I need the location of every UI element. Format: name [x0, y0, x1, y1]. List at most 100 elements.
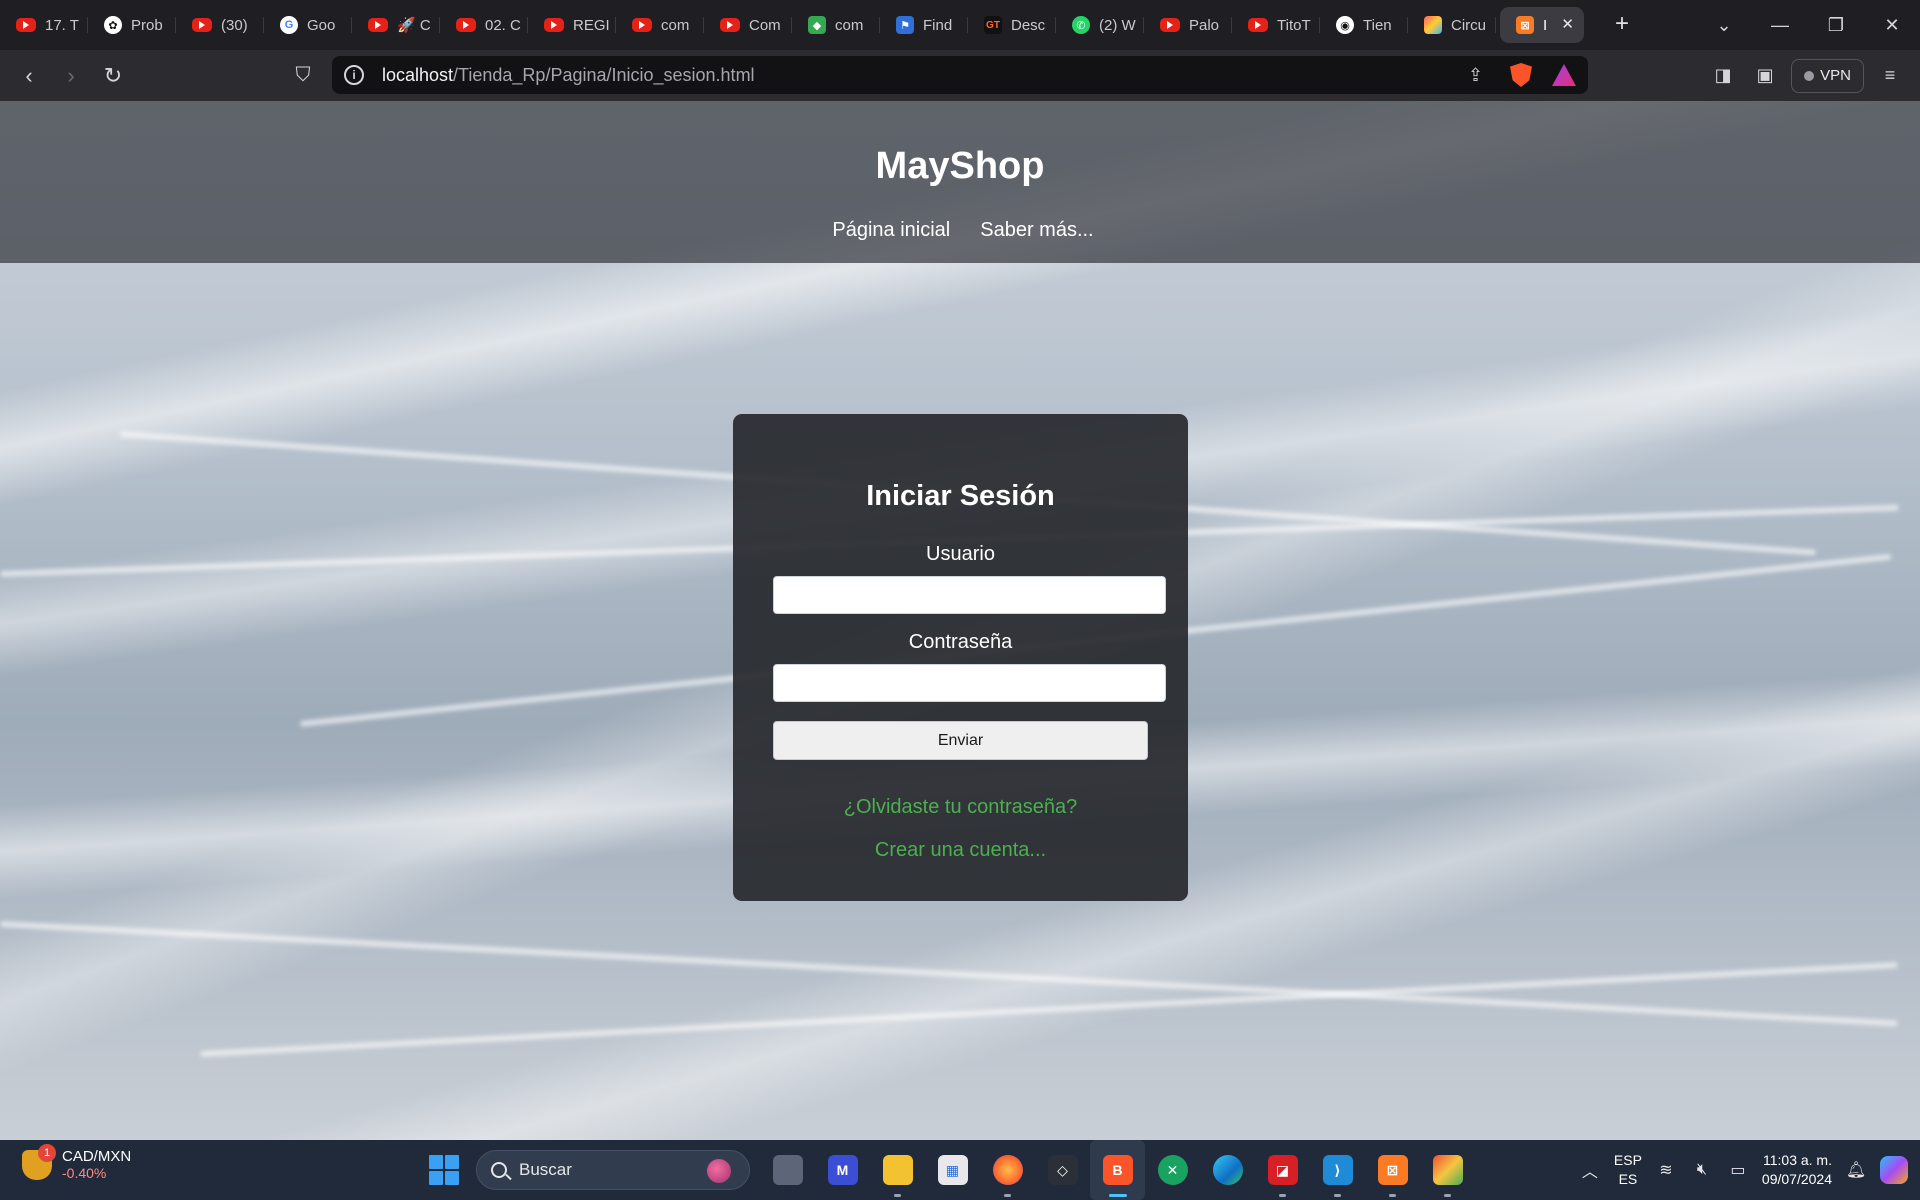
taskbar-brave[interactable]: B — [1090, 1140, 1145, 1200]
browser-tab[interactable]: Circu — [1408, 7, 1496, 43]
browser-tab[interactable]: 02. C — [440, 7, 528, 43]
drive-icon: ◆ — [808, 16, 826, 34]
taskbar-firefox[interactable] — [980, 1140, 1035, 1200]
edge-icon — [1212, 1155, 1243, 1185]
browser-tab[interactable]: ✆ (2) W — [1056, 7, 1144, 43]
wifi-icon[interactable]: ≋ — [1654, 1160, 1678, 1180]
menu-icon[interactable]: ≡ — [1874, 60, 1906, 92]
xampp-icon: ⊠ — [1377, 1155, 1408, 1185]
youtube-icon — [1160, 18, 1180, 32]
currency-widget[interactable]: 1 CAD/MXN -0.40% — [22, 1143, 131, 1181]
browser-tab[interactable]: ✿ Prob — [88, 7, 176, 43]
battery-icon[interactable]: ▭ — [1726, 1160, 1750, 1180]
username-label: Usuario — [926, 543, 995, 565]
url-text[interactable]: localhost/Tienda_Rp/Pagina/Inicio_sesion… — [382, 65, 755, 86]
taskbar-app-1[interactable]: M — [815, 1140, 870, 1200]
address-bar-actions: ⇪ — [1468, 56, 1576, 94]
vpn-status-icon — [1804, 70, 1815, 81]
minimize-button[interactable]: — — [1752, 0, 1808, 50]
password-input[interactable] — [773, 664, 1166, 702]
youtube-icon — [192, 18, 212, 32]
system-tray: ︿ ESP ES ≋ 🔇︎ ▭ 11:03 a. m. 09/07/2024 🔔… — [1578, 1140, 1920, 1200]
browser-tab[interactable]: TitoT — [1232, 7, 1320, 43]
search-placeholder: Buscar — [519, 1160, 572, 1179]
tab-search-chevron-icon[interactable]: ⌄ — [1696, 0, 1752, 50]
create-account-link[interactable]: Crear una cuenta... — [733, 839, 1188, 862]
whatsapp-icon: ✆ — [1072, 16, 1090, 34]
taskbar-unity[interactable]: ◇ — [1035, 1140, 1090, 1200]
brave-shield-icon[interactable] — [1510, 63, 1532, 87]
tab-title: Com — [749, 16, 781, 34]
taskbar-xampp[interactable]: ⊠ — [1365, 1140, 1420, 1200]
volume-muted-icon[interactable]: 🔇︎ — [1690, 1161, 1714, 1179]
share-icon[interactable]: ⇪ — [1468, 65, 1490, 85]
browser-tab[interactable]: Palo — [1144, 7, 1232, 43]
youtube-icon — [632, 18, 652, 32]
language-indicator[interactable]: ESP ES — [1614, 1151, 1642, 1189]
tab-title: TitoT — [1277, 16, 1311, 34]
taskbar-amd[interactable]: ◪ — [1255, 1140, 1310, 1200]
tab-title: REGI — [573, 16, 610, 34]
notification-bell-icon[interactable]: 🔔︎ — [1844, 1160, 1868, 1180]
nav-link-home[interactable]: Página inicial — [832, 219, 950, 242]
site-title: MayShop — [875, 145, 1045, 187]
browser-tab[interactable]: com — [616, 7, 704, 43]
submit-button[interactable]: Enviar — [773, 721, 1148, 760]
search-icon — [491, 1162, 507, 1178]
username-input[interactable] — [773, 576, 1166, 614]
vscode-icon: ⟩ — [1322, 1155, 1353, 1185]
browser-tab[interactable]: G Goo — [264, 7, 352, 43]
youtube-icon — [368, 18, 388, 32]
tab-title: Desc — [1011, 16, 1046, 34]
active-tab[interactable]: ⊠ I ✕ — [1500, 7, 1584, 43]
browser-tab[interactable]: GT Desc — [968, 7, 1056, 43]
new-tab-button[interactable]: + — [1608, 8, 1636, 40]
browser-tab[interactable]: ⚑ Find — [880, 7, 968, 43]
copilot-icon[interactable] — [1880, 1156, 1908, 1184]
browser-toolbar: ‹ › ↻ ⛉ i localhost/Tienda_Rp/Pagina/Ini… — [0, 50, 1920, 124]
forgot-password-link[interactable]: ¿Olvidaste tu contraseña? — [733, 796, 1188, 819]
browser-tab[interactable]: ◆ com — [792, 7, 880, 43]
back-button[interactable]: ‹ — [8, 56, 50, 96]
nav-link-about[interactable]: Saber más... — [980, 219, 1093, 242]
site-info-icon[interactable]: i — [344, 65, 364, 85]
youtube-icon — [720, 18, 740, 32]
taskbar-vscode[interactable]: ⟩ — [1310, 1140, 1365, 1200]
youtube-icon — [544, 18, 564, 32]
tab-title: Tien — [1363, 16, 1392, 34]
login-card: Iniciar Sesión Usuario Contraseña Enviar… — [733, 414, 1188, 901]
background-streak — [0, 921, 1898, 1027]
taskbar-git[interactable] — [1420, 1140, 1475, 1200]
browser-tab[interactable]: 🚀 C — [352, 7, 440, 43]
bookmark-icon[interactable]: ⛉ — [282, 55, 324, 95]
taskbar-edge[interactable] — [1200, 1140, 1255, 1200]
browser-tab[interactable]: ◉ Tien — [1320, 7, 1408, 43]
address-bar[interactable]: i localhost/Tienda_Rp/Pagina/Inicio_sesi… — [332, 56, 1588, 94]
browser-tab[interactable]: Com — [704, 7, 792, 43]
task-view-icon — [772, 1155, 803, 1185]
google-icon: G — [280, 16, 298, 34]
task-view-button[interactable] — [760, 1140, 815, 1200]
taskbar-xbox[interactable]: ✕ — [1145, 1140, 1200, 1200]
clock[interactable]: 11:03 a. m. 09/07/2024 — [1762, 1151, 1832, 1189]
browser-tab[interactable]: REGI — [528, 7, 616, 43]
wallet-icon[interactable]: ▣ — [1749, 60, 1781, 92]
clock-time: 11:03 a. m. — [1762, 1152, 1832, 1168]
reload-button[interactable]: ↻ — [92, 56, 134, 96]
browser-tab[interactable]: (30) — [176, 7, 264, 43]
close-tab-icon[interactable]: ✕ — [1561, 15, 1574, 33]
forward-button[interactable]: › — [50, 56, 92, 96]
currency-change: -0.40% — [62, 1165, 107, 1181]
browser-tab[interactable]: 17. T — [0, 7, 88, 43]
sidebar-icon[interactable]: ◨ — [1707, 60, 1739, 92]
taskbar-file-explorer[interactable] — [870, 1140, 925, 1200]
taskbar-store[interactable]: ▦ — [925, 1140, 980, 1200]
start-button[interactable] — [418, 1144, 470, 1196]
chevron-up-icon[interactable]: ︿ — [1578, 1158, 1602, 1182]
firefox-icon — [992, 1155, 1023, 1185]
vpn-button[interactable]: VPN — [1791, 58, 1864, 93]
restore-button[interactable]: ❐ — [1808, 0, 1864, 50]
taskbar-search[interactable]: Buscar — [476, 1150, 750, 1190]
brave-rewards-icon[interactable] — [1552, 64, 1576, 86]
close-window-button[interactable]: ✕ — [1864, 0, 1920, 50]
